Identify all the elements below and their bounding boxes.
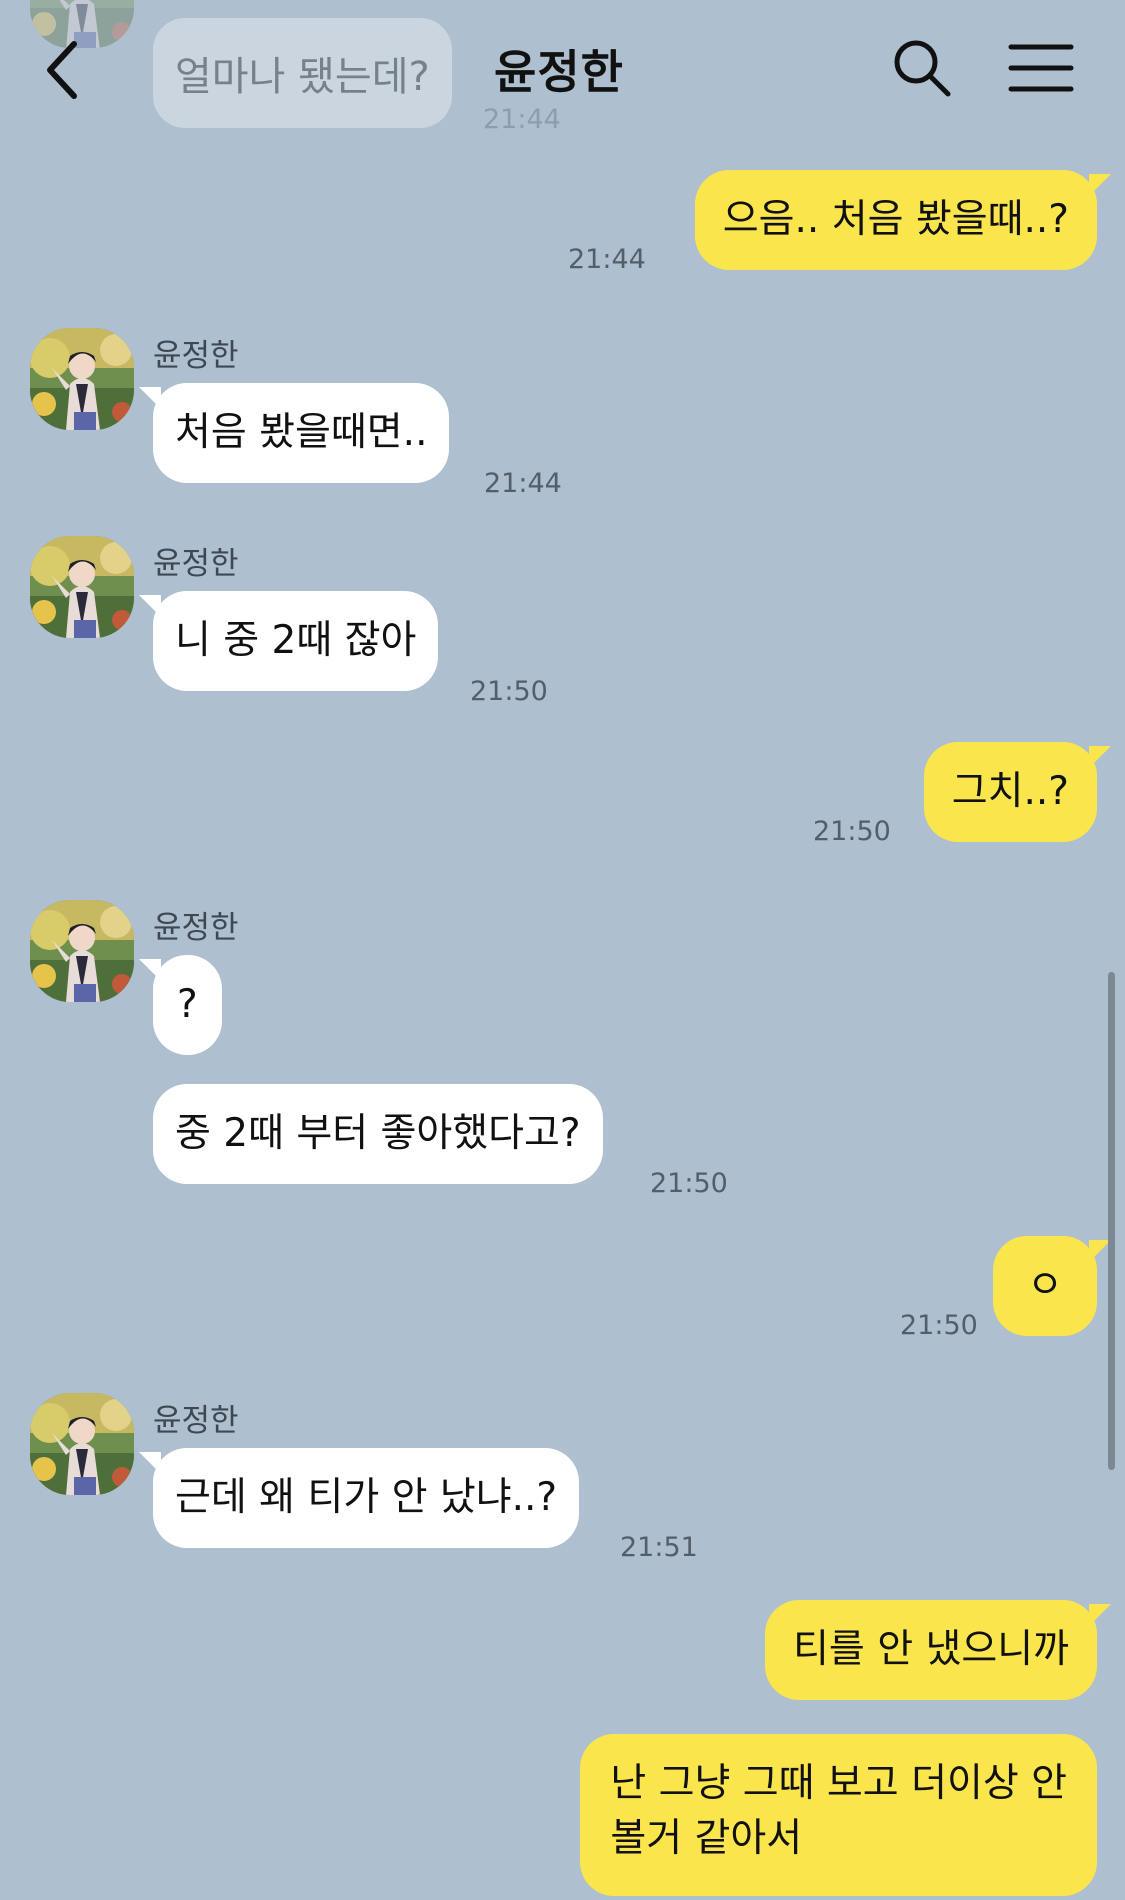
message-time: 21:50 <box>470 676 548 707</box>
outgoing-message-bubble[interactable]: 티를 안 냈으니까 <box>765 1600 1111 1700</box>
chat-header: 윤정한 <box>0 0 1125 140</box>
outgoing-message-bubble[interactable]: 그치..? <box>923 742 1111 842</box>
outgoing-message-bubble[interactable]: 난 그냥 그때 보고 더이상 안 볼거 같아서 <box>580 1734 1097 1896</box>
message-text-line: 볼거 같아서 <box>610 1816 803 1861</box>
message-text: ? <box>177 982 198 1027</box>
message-text: 중 2때 부터 좋아했다고? <box>175 1111 581 1156</box>
message-time: 21:50 <box>650 1168 728 1199</box>
message-time: 21:44 <box>484 468 562 499</box>
message-time: 21:44 <box>568 244 646 275</box>
sender-name: 윤정한 <box>153 546 239 582</box>
bubble-tail <box>139 387 161 409</box>
outgoing-message-bubble[interactable]: 으음.. 처음 봤을때..? <box>694 170 1111 270</box>
scrollbar[interactable] <box>1108 972 1115 1470</box>
message-text: 니 중 2때 잖아 <box>175 618 417 663</box>
message-text: 티를 안 냈으니까 <box>793 1627 1069 1672</box>
message-text: 그치..? <box>951 769 1069 814</box>
menu-button[interactable] <box>1008 42 1074 94</box>
message-text-line: 난 그냥 그때 보고 더이상 안 <box>610 1761 1067 1806</box>
message-time: 21:50 <box>900 1310 978 1341</box>
search-icon <box>894 40 951 97</box>
incoming-message-bubble[interactable]: 중 2때 부터 좋아했다고? <box>153 1084 603 1184</box>
sender-name: 윤정한 <box>153 1403 239 1439</box>
incoming-message-bubble[interactable]: 니 중 2때 잖아 <box>139 591 439 691</box>
bubble-tail <box>139 1452 161 1474</box>
message-text: 으음.. 처음 봤을때..? <box>722 197 1069 242</box>
message-text: 처음 봤을때면.. <box>175 410 428 455</box>
sender-avatar[interactable] <box>30 1393 134 1495</box>
bubble-tail <box>139 959 161 981</box>
search-button[interactable] <box>890 36 954 100</box>
bubble-tail <box>1089 1604 1111 1626</box>
incoming-message-bubble[interactable]: 처음 봤을때면.. <box>139 383 450 483</box>
outgoing-message-bubble[interactable]: ㅇ <box>993 1236 1111 1336</box>
incoming-message-bubble[interactable]: ? <box>139 955 222 1055</box>
sender-name: 윤정한 <box>153 338 239 374</box>
bubble-tail <box>1089 174 1111 196</box>
message-time: 21:50 <box>813 816 891 847</box>
message-text: ㅇ <box>1027 1263 1063 1308</box>
chat-title: 윤정한 <box>494 45 624 99</box>
sender-avatar[interactable] <box>30 536 134 638</box>
incoming-message-bubble[interactable]: 근데 왜 티가 안 났냐..? <box>139 1448 580 1548</box>
sender-avatar[interactable] <box>30 900 134 1002</box>
bubble-tail <box>1089 746 1111 768</box>
hamburger-menu-icon <box>1008 44 1074 92</box>
chevron-left-icon <box>47 41 77 99</box>
bubble-tail <box>139 595 161 617</box>
message-text: 근데 왜 티가 안 났냐..? <box>175 1475 558 1520</box>
back-button[interactable] <box>36 30 96 110</box>
message-time: 21:51 <box>620 1532 698 1563</box>
sender-avatar[interactable] <box>30 328 134 430</box>
sender-name: 윤정한 <box>153 910 239 946</box>
chat-screen: 얼마나 됐는데? 21:44 윤정한 21:44 으음.. 처음 봤을때..? … <box>0 0 1125 1900</box>
